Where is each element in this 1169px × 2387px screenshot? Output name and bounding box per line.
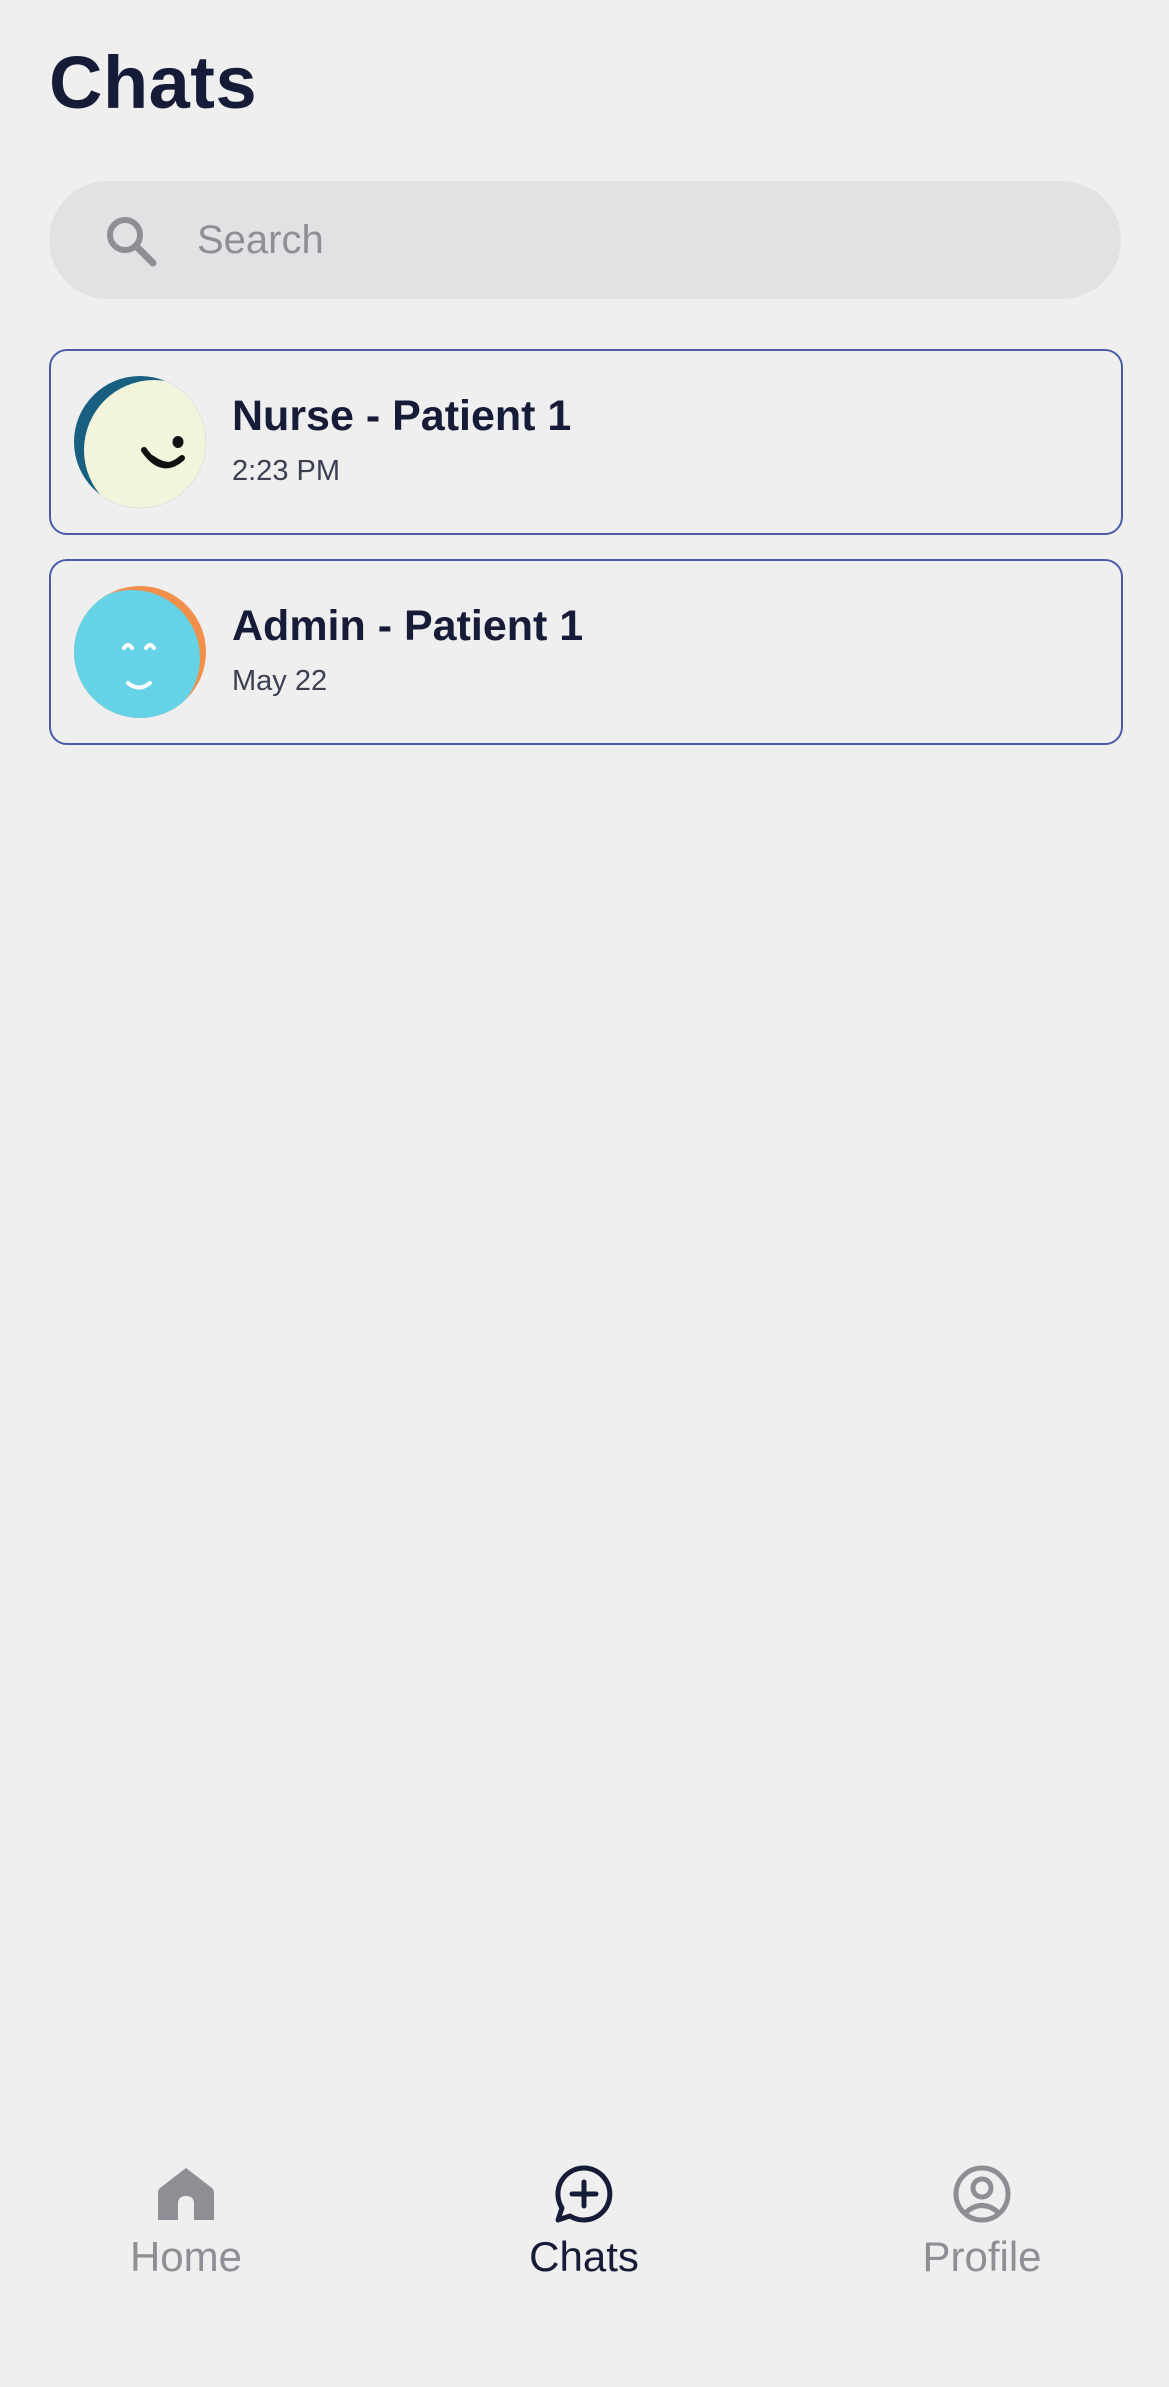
chat-list-item[interactable]: Admin - Patient 1 May 22 xyxy=(49,559,1123,745)
tab-home[interactable]: Home xyxy=(66,2140,306,2290)
bottom-tab-bar: Home Chats Profile xyxy=(0,2140,1169,2340)
tab-profile[interactable]: Profile xyxy=(862,2140,1102,2290)
chat-plus-icon xyxy=(555,2165,613,2223)
tab-chats[interactable]: Chats xyxy=(464,2140,704,2290)
chat-title: Nurse - Patient 1 xyxy=(232,392,572,440)
tab-label: Home xyxy=(129,2233,243,2280)
avatar xyxy=(74,376,206,508)
chat-timestamp: 2:23 PM xyxy=(232,455,340,487)
tab-label: Chats xyxy=(529,2233,639,2280)
avatar xyxy=(74,586,206,718)
profile-icon xyxy=(953,2165,1011,2223)
chat-title: Admin - Patient 1 xyxy=(232,602,584,650)
home-icon xyxy=(158,2168,214,2220)
tab-label: Profile xyxy=(922,2233,1042,2280)
search-input[interactable] xyxy=(197,201,1077,279)
search-bar[interactable] xyxy=(49,181,1121,299)
page-title: Chats xyxy=(49,41,258,124)
search-icon xyxy=(107,217,157,267)
chat-list-item[interactable]: Nurse - Patient 1 2:23 PM xyxy=(49,349,1123,535)
chat-timestamp: May 22 xyxy=(232,665,328,697)
